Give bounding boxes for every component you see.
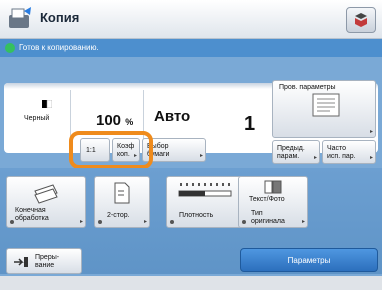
ratio-value: 100 % xyxy=(96,112,134,129)
chevron-right-icon: ▸ xyxy=(301,219,305,225)
menu-button[interactable] xyxy=(346,7,376,33)
chevron-right-icon: ▸ xyxy=(199,153,203,159)
status-bar: Готов к копированию. xyxy=(0,39,382,57)
chevron-right-icon: ▸ xyxy=(369,129,373,135)
status-text: Готов к копированию. xyxy=(19,43,99,52)
density-button[interactable]: Плотность ▸ xyxy=(166,176,246,228)
duplex-icon xyxy=(114,182,130,204)
frequent-settings-button[interactable]: Часто исп. пар. ▸ xyxy=(322,140,376,164)
bottom-bar xyxy=(0,276,382,290)
copies-count: 1 xyxy=(244,113,256,135)
options-button[interactable]: Параметры xyxy=(240,248,378,272)
radio-icon xyxy=(242,220,246,224)
preview-icon xyxy=(312,93,340,117)
radio-icon xyxy=(10,220,14,224)
previous-settings-button[interactable]: Предыд. парам. ▸ xyxy=(272,140,320,164)
title-bar: Копия xyxy=(0,0,382,39)
radio-icon xyxy=(98,220,102,224)
radio-icon xyxy=(170,220,174,224)
copy-icon xyxy=(9,7,31,28)
original-type-button[interactable]: Текст/Фото Тип оригинала ▸ xyxy=(238,176,308,228)
color-mode-label: Черный xyxy=(24,115,50,122)
finishing-button[interactable]: Конечная обработка ▸ xyxy=(6,176,86,228)
duplex-button[interactable]: 2-стор. ▸ xyxy=(94,176,150,228)
finishing-icon xyxy=(34,184,58,204)
window-title: Копия xyxy=(40,10,80,25)
interrupt-button[interactable]: Преры- вание xyxy=(6,248,82,274)
highlight-frame xyxy=(69,131,153,169)
density-icon xyxy=(178,183,232,197)
status-ok-icon xyxy=(5,43,15,53)
chevron-right-icon: ▸ xyxy=(369,155,373,161)
interrupt-icon xyxy=(14,257,28,267)
chevron-right-icon: ▸ xyxy=(313,155,317,161)
paper-value: Авто xyxy=(154,108,191,125)
original-type-icon xyxy=(264,180,282,194)
menu-icon xyxy=(355,13,367,27)
chevron-right-icon: ▸ xyxy=(79,219,83,225)
chevron-right-icon: ▸ xyxy=(143,219,147,225)
color-mode-icon xyxy=(42,100,52,108)
